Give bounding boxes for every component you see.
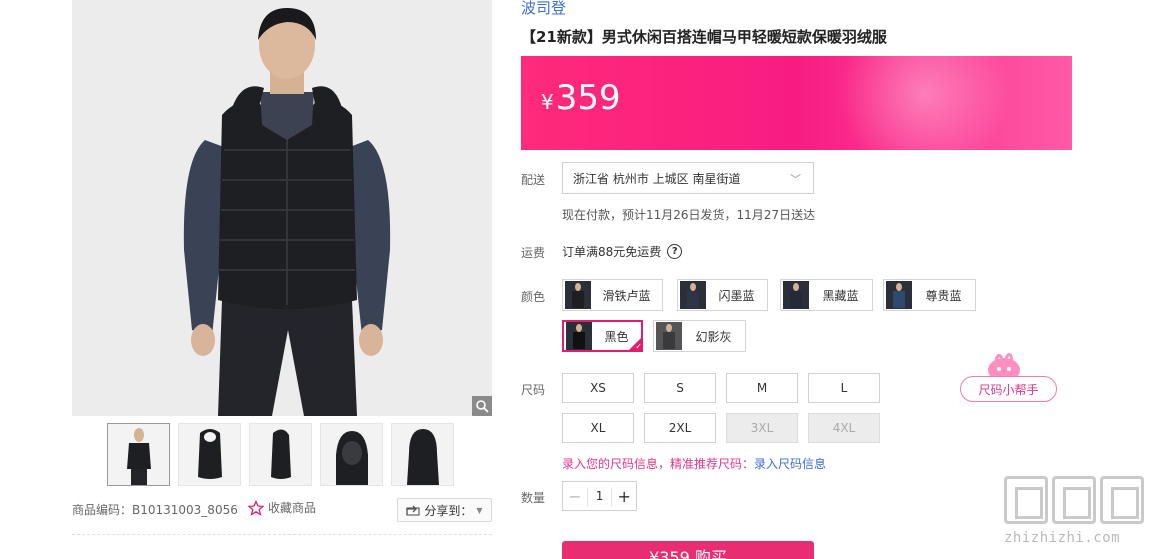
size-recommend-tip: 录入您的尺码信息，精准推荐尺码：录入尺码信息 [562,455,826,472]
watermark-glyph [1100,476,1144,524]
divider [72,534,492,535]
color-name: 闪墨蓝 [718,288,755,303]
watermark-glyph [1004,476,1048,524]
thumb-image [406,428,439,485]
swatch-icon [663,324,675,349]
thumbnail-vest-back[interactable] [391,423,454,486]
thumbnail-vest-front[interactable] [178,423,241,486]
size-option-s[interactable]: S [644,373,716,403]
address-value: 浙江省 杭州市 上城区 南星街道 [573,171,741,186]
size-option-xl[interactable]: XL [562,413,634,443]
help-icon[interactable]: ? [667,244,683,259]
size-option-4xl-disabled: 4XL [808,413,880,443]
site-watermark: zhizhizhi.com [1004,476,1152,556]
quantity-stepper: − 1 + [562,481,637,511]
size-helper[interactable]: 尺码小帮手 [960,350,1058,404]
product-page: 商品编码：B10131003_8056 收藏商品 分享到： ▼ 波司登 【21新… [0,0,1155,559]
chevron-down-icon: ﹀ [790,173,801,186]
color-option-1[interactable]: 闪墨蓝 [677,279,768,311]
share-dropdown[interactable]: 分享到： ▼ [397,498,492,522]
buy-button[interactable]: ¥359 购买 [562,541,814,559]
thumb-image [270,428,291,479]
price-value: 359 [555,78,621,118]
color-name: 黑藏蓝 [822,288,859,303]
size-tip-text: 录入您的尺码信息，精准推荐尺码： [562,457,755,471]
decrement-button[interactable]: − [563,486,588,506]
color-name: 幻影灰 [695,329,732,344]
decorative-sparkle [792,56,1012,150]
watermark-glyph [1052,476,1096,524]
thumbnail-strip [107,423,454,486]
delivery-label: 配送 [521,173,546,187]
currency-symbol: ¥ [541,90,554,114]
zoom-button[interactable] [472,396,492,416]
size-label: 尺码 [521,383,546,397]
star-icon [248,499,264,516]
swatch-image [783,281,809,309]
size-option-3xl-disabled: 3XL [726,413,798,443]
color-option-2[interactable]: 黑藏蓝 [780,279,873,311]
swatch-icon [790,283,802,308]
swatch-icon [687,283,699,308]
quantity-value[interactable]: 1 [588,489,612,503]
freight-info: 订单满88元免运费 ? [562,243,683,260]
color-name: 尊贵蓝 [925,288,962,303]
freight-label: 运费 [521,246,546,260]
swatch-image [680,281,706,309]
color-name: 滑铁卢蓝 [602,288,651,303]
watermark-text: zhizhizhi.com [1004,530,1121,546]
thumbnail-model-front[interactable] [107,423,170,486]
product-title: 【21新款】男式休闲百搭连帽马甲轻暖短款保暖羽绒服 [521,28,887,46]
size-helper-label: 尺码小帮手 [960,376,1057,402]
share-label: 分享到： [424,503,473,518]
size-tip-link[interactable]: 录入尺码信息 [754,457,826,471]
watermark-logo [1004,476,1152,524]
increment-button[interactable]: + [611,486,636,506]
swatch-icon [893,283,905,308]
selected-check-icon [628,337,642,351]
ship-time: 现在付款，预计11月26日发货，11月27日送达 [562,208,816,222]
size-option-l[interactable]: L [808,373,880,403]
color-option-4-selected[interactable]: 黑色 [562,320,643,352]
thumb-image [335,430,368,485]
color-option-5[interactable]: 幻影灰 [653,320,746,352]
thumbnail-vest-hood[interactable] [320,423,383,486]
size-option-2xl[interactable]: 2XL [644,413,716,443]
quantity-label: 数量 [521,491,546,505]
thumb-image [126,427,151,485]
freight-text: 订单满88元免运费 [562,245,662,259]
swatch-image [565,281,591,309]
price-banner: ¥ 359 [521,56,1072,150]
favorite-label: 收藏商品 [268,501,317,515]
size-option-m[interactable]: M [726,373,798,403]
favorite-button[interactable]: 收藏商品 [248,499,316,516]
swatch-image [566,322,592,350]
model-photo [72,0,492,416]
size-option-xs[interactable]: XS [562,373,634,403]
price: ¥ 359 [541,78,621,118]
magnifier-icon [476,400,489,413]
color-option-0[interactable]: 滑铁卢蓝 [562,279,663,311]
share-icon [406,505,420,516]
main-product-image[interactable] [72,0,492,416]
brand-link[interactable]: 波司登 [521,0,566,18]
thumbnail-vest-side[interactable] [249,423,312,486]
color-label: 颜色 [521,290,546,304]
swatch-image [656,322,682,350]
product-code: 商品编码：B10131003_8056 [72,503,238,517]
color-option-3[interactable]: 尊贵蓝 [883,279,976,311]
thumb-image [197,428,222,479]
swatch-icon [572,283,584,308]
address-selector[interactable]: 浙江省 杭州市 上城区 南星街道 ﹀ [562,162,814,194]
caret-down-icon: ▼ [476,505,483,515]
swatch-icon [573,324,585,349]
swatch-image [886,281,912,309]
